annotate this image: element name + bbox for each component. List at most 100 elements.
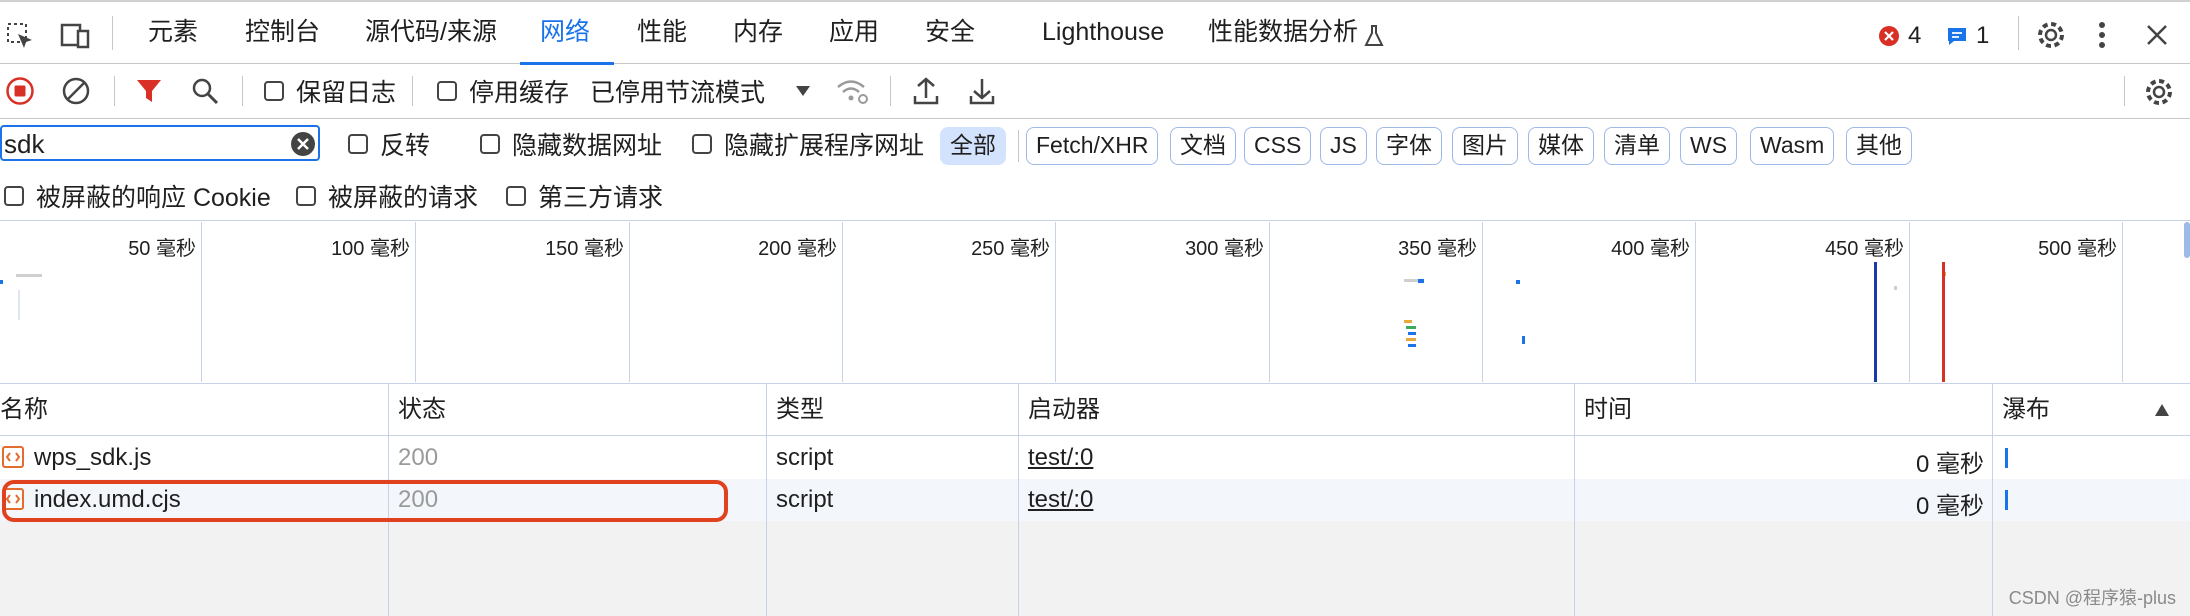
toolbar-separator: [242, 76, 243, 106]
throttling-select[interactable]: 已停用节流模式: [590, 76, 811, 107]
tab-lighthouse[interactable]: Lighthouse: [1042, 2, 1164, 64]
hide-data-urls-checkbox[interactable]: 隐藏数据网址: [480, 129, 663, 160]
disable-cache-box[interactable]: [437, 81, 457, 101]
disable-cache-checkbox[interactable]: 停用缓存: [437, 76, 569, 107]
hide-data-urls-label: 隐藏数据网址: [512, 132, 663, 160]
blocked-requests-checkbox[interactable]: 被屏蔽的请求: [296, 181, 478, 212]
hide-data-urls-box[interactable]: [480, 134, 500, 154]
toolbar-separator: [890, 76, 891, 106]
third-party-checkbox[interactable]: 第三方请求: [506, 181, 664, 212]
table-row[interactable]: [0, 437, 2190, 479]
column-header-type[interactable]: 类型: [776, 384, 824, 436]
more-options-icon[interactable]: [2092, 18, 2112, 52]
third-party-box[interactable]: [506, 186, 526, 206]
blocked-cookies-box[interactable]: [4, 186, 24, 206]
tab-separator: [2018, 16, 2019, 50]
record-stop-icon[interactable]: [4, 75, 36, 107]
invert-checkbox[interactable]: 反转: [348, 129, 431, 160]
network-conditions-wifi-icon[interactable]: [834, 76, 870, 106]
sort-ascending-icon[interactable]: [2154, 403, 2170, 417]
type-filter-fetch-xhr[interactable]: Fetch/XHR: [1026, 127, 1159, 165]
table-empty-area: [0, 521, 2190, 616]
export-har-download-icon[interactable]: [966, 74, 998, 108]
timeline-tick: 150 毫秒: [545, 238, 624, 260]
tab-separator: [112, 16, 113, 50]
flask-icon: [1362, 24, 1386, 48]
type-filter-media[interactable]: 媒体: [1528, 127, 1594, 165]
type-filter-js[interactable]: JS: [1320, 127, 1367, 165]
timeline-scroll-handle[interactable]: [2184, 222, 2190, 258]
network-settings-gear-icon[interactable]: [2142, 75, 2176, 109]
import-har-upload-icon[interactable]: [910, 74, 942, 108]
request-initiator-link[interactable]: test/:0: [1028, 486, 1093, 514]
type-filter-other[interactable]: 其他: [1846, 127, 1912, 165]
dom-content-loaded-marker: [1874, 262, 1877, 382]
hide-extension-urls-box[interactable]: [692, 134, 712, 154]
third-party-label: 第三方请求: [538, 184, 664, 212]
inspect-element-icon[interactable]: [4, 20, 36, 52]
clear-icon[interactable]: [60, 75, 92, 107]
request-initiator-link[interactable]: test/:0: [1028, 444, 1093, 472]
timeline-request-mark: [1404, 279, 1418, 282]
message-count: 1: [1976, 22, 1990, 49]
tab-elements[interactable]: 元素: [148, 2, 198, 64]
search-icon[interactable]: [190, 76, 220, 106]
type-filter-all[interactable]: 全部: [940, 127, 1006, 165]
chevron-down-icon: [796, 86, 811, 96]
column-header-initiator[interactable]: 启动器: [1028, 384, 1100, 436]
timeline-request-mark: [1894, 286, 1897, 290]
timeline-gridline: [1909, 222, 1910, 382]
type-filter-ws[interactable]: WS: [1680, 127, 1738, 165]
tab-sources[interactable]: 源代码/来源: [365, 2, 497, 64]
tab-security[interactable]: 安全: [925, 2, 975, 64]
message-counter[interactable]: 1: [1946, 22, 1990, 49]
timeline-request-mark: [1406, 338, 1416, 341]
tab-console[interactable]: 控制台: [245, 2, 320, 64]
settings-gear-icon[interactable]: [2034, 18, 2068, 52]
timeline-gridline: [629, 222, 630, 382]
tab-performance[interactable]: 性能: [637, 2, 687, 64]
clear-filter-icon[interactable]: [290, 131, 316, 157]
type-filter-wasm[interactable]: Wasm: [1750, 127, 1835, 165]
request-time: 0 毫秒: [1915, 451, 1984, 478]
timeline-request-mark: [18, 290, 20, 320]
filter-input-value: sdk: [4, 129, 45, 159]
script-file-icon: [2, 446, 24, 468]
tab-network[interactable]: 网络: [540, 2, 590, 64]
close-devtools-icon[interactable]: [2142, 20, 2172, 50]
tab-memory[interactable]: 内存: [733, 2, 783, 64]
tab-performance-insights[interactable]: 性能数据分析: [1208, 2, 1358, 64]
timeline-gridline: [2122, 222, 2123, 382]
type-filter-css[interactable]: CSS: [1244, 127, 1312, 165]
request-type: script: [776, 444, 834, 471]
error-counter[interactable]: 4: [1878, 22, 1921, 49]
filter-input[interactable]: sdk: [0, 125, 320, 161]
column-header-waterfall[interactable]: 瀑布: [2002, 384, 2050, 436]
device-toolbar-icon[interactable]: [58, 20, 92, 52]
type-filter-doc[interactable]: 文档: [1170, 127, 1236, 165]
invert-label: 反转: [380, 132, 431, 160]
type-filter-img[interactable]: 图片: [1452, 127, 1518, 165]
timeline-request-mark: [16, 274, 42, 277]
column-header-status[interactable]: 状态: [398, 384, 446, 436]
column-divider: [1992, 384, 1993, 616]
invert-box[interactable]: [348, 134, 368, 154]
timeline-tick: 300 毫秒: [1185, 238, 1264, 260]
request-name[interactable]: wps_sdk.js: [34, 444, 151, 472]
highlight-annotation-box: [2, 480, 728, 522]
hide-extension-urls-checkbox[interactable]: 隐藏扩展程序网址: [692, 129, 924, 160]
blocked-cookies-label: 被屏蔽的响应 Cookie: [36, 184, 271, 212]
blocked-cookies-checkbox[interactable]: 被屏蔽的响应 Cookie: [4, 181, 271, 212]
column-header-time[interactable]: 时间: [1584, 384, 1632, 436]
blocked-requests-box[interactable]: [296, 186, 316, 206]
column-header-name[interactable]: 名称: [0, 384, 48, 436]
timeline-gridline: [1482, 222, 1483, 382]
filter-icon[interactable]: [134, 76, 164, 106]
type-filter-font[interactable]: 字体: [1376, 127, 1442, 165]
preserve-log-label: 保留日志: [296, 79, 397, 107]
watermark: CSDN @程序猿-plus: [2008, 588, 2176, 608]
type-filter-manifest[interactable]: 清单: [1604, 127, 1670, 165]
tab-application[interactable]: 应用: [829, 2, 879, 64]
preserve-log-checkbox[interactable]: 保留日志: [264, 76, 397, 107]
preserve-log-box[interactable]: [264, 81, 284, 101]
